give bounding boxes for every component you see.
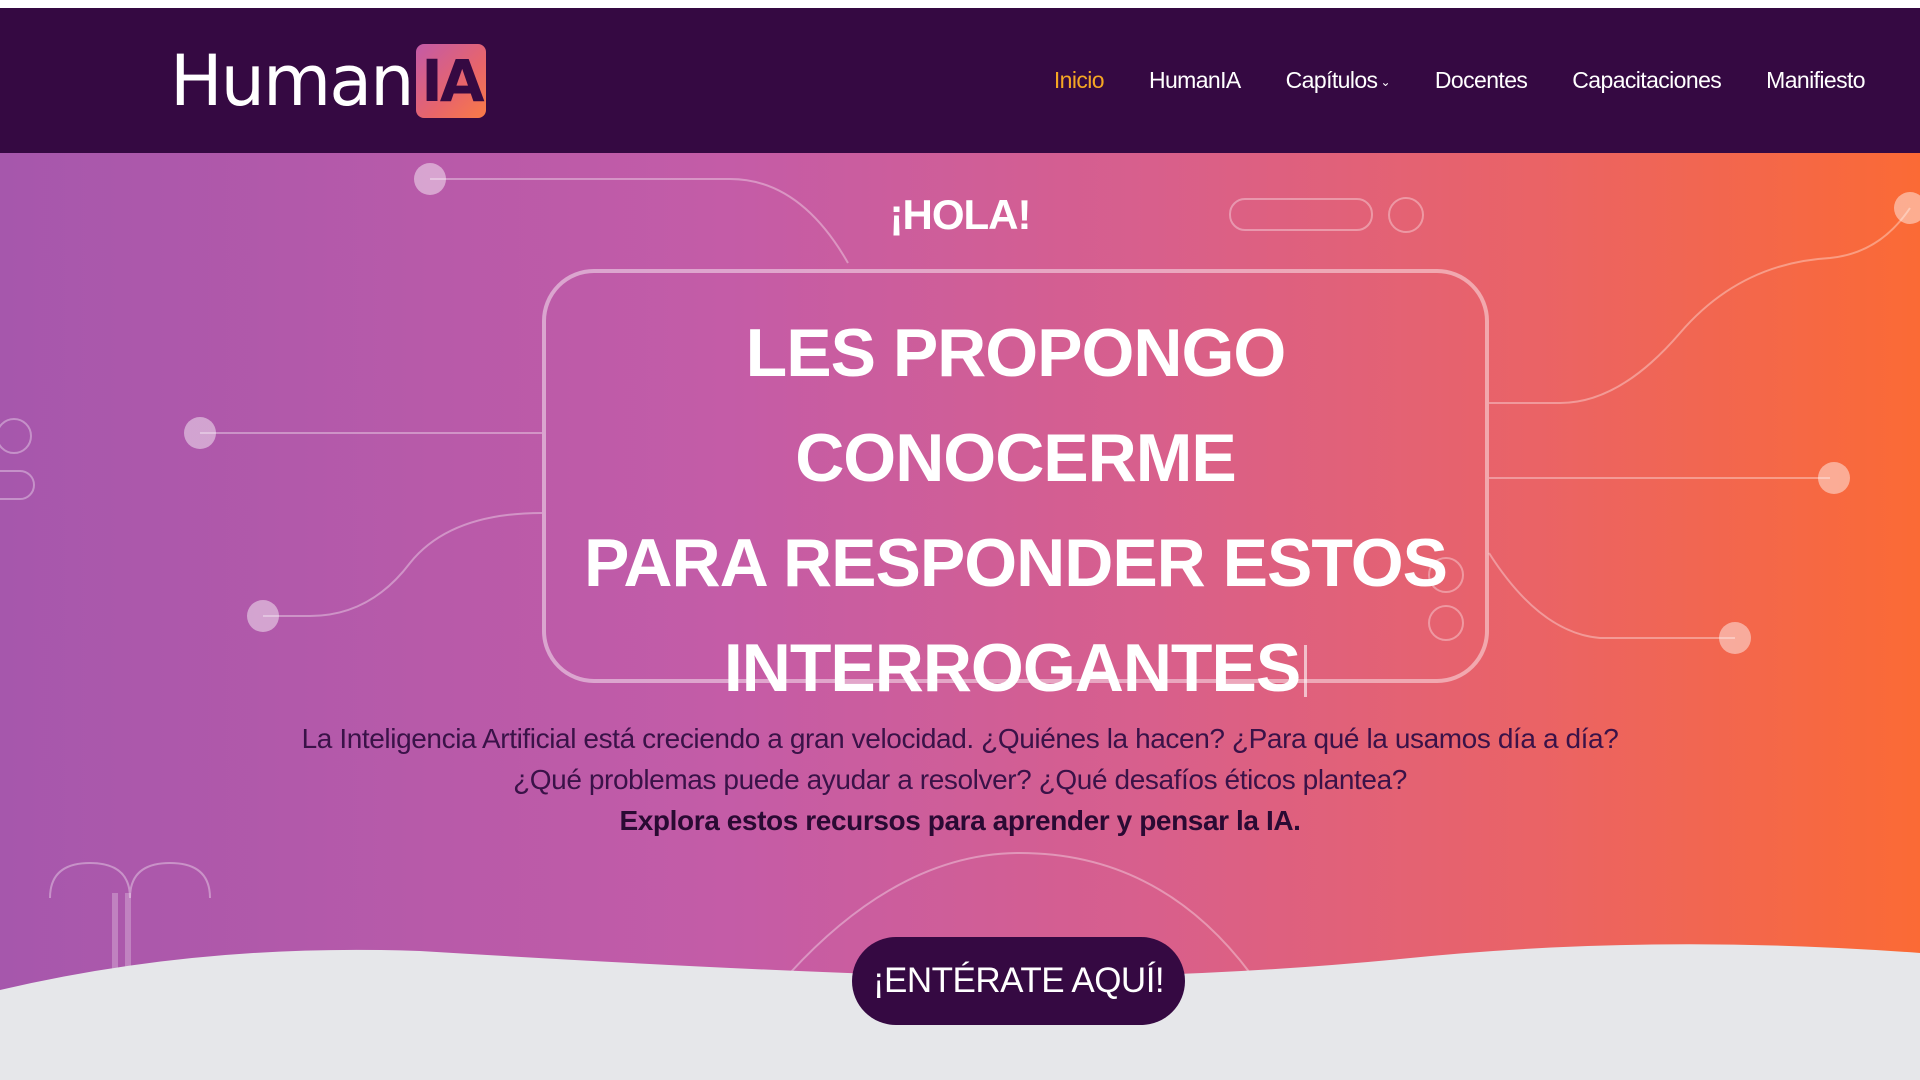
nav-item-label: Docentes: [1434, 67, 1528, 93]
humania-logo[interactable]: Human IA: [170, 40, 487, 122]
nav-item-label: Capítulos: [1285, 67, 1378, 93]
top-strip: [0, 0, 1920, 8]
nav-item-humania[interactable]: HumanIA: [1149, 67, 1241, 94]
logo-badge: IA: [416, 44, 487, 118]
site-header: Human IA Inicio HumanIA Capítulos ⌄ Doce…: [0, 8, 1920, 153]
nav-item-manifiesto[interactable]: Manifiesto: [1766, 67, 1865, 94]
logo-text: Human: [170, 40, 414, 122]
nav-item-inicio[interactable]: Inicio: [1053, 67, 1105, 94]
nav-item-label: Capacitaciones: [1572, 67, 1722, 93]
nav-item-docentes[interactable]: Docentes: [1434, 67, 1528, 94]
nav-item-capitulos[interactable]: Capítulos ⌄: [1285, 67, 1391, 94]
nav-item-label: Inicio: [1053, 67, 1105, 93]
hero-section: ¡HOLA! LES PROPONGO CONOCERME PARA RESPO…: [0, 153, 1920, 1080]
main-nav: Inicio HumanIA Capítulos ⌄ Docentes Capa…: [1009, 8, 1866, 153]
enterate-aqui-button[interactable]: ¡ENTÉRATE AQUÍ!: [852, 937, 1185, 1025]
chevron-down-icon: ⌄: [1380, 74, 1390, 89]
nav-item-capacitaciones[interactable]: Capacitaciones: [1572, 67, 1721, 94]
nav-item-label: Manifiesto: [1766, 67, 1865, 93]
nav-item-label: HumanIA: [1148, 67, 1241, 93]
